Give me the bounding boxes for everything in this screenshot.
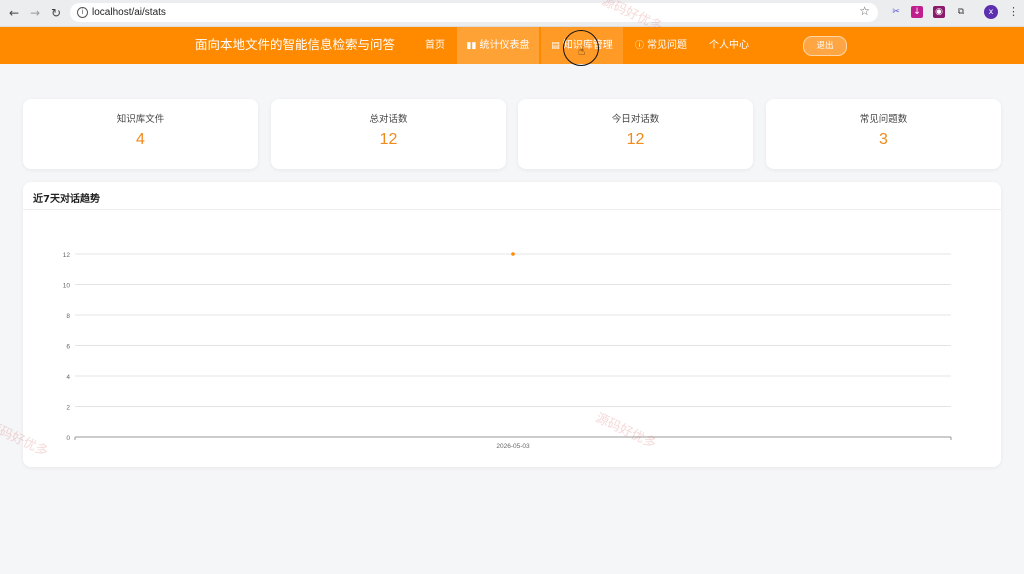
y-tick-label: 4 <box>66 374 70 381</box>
nav-user-center[interactable]: 个人中心 <box>700 27 758 64</box>
chart-card: 近7天对话趋势 0 2 4 6 8 10 12 2026-05-03 <box>23 182 1001 467</box>
nav-faq[interactable]: ⓘ 常见问题 <box>628 27 694 64</box>
stat-card-faq-count: 常见问题数 3 <box>766 99 1001 169</box>
site-info-icon[interactable]: i <box>77 7 88 18</box>
y-tick-label: 6 <box>66 344 70 351</box>
stat-value: 3 <box>879 131 888 148</box>
nav-label: 统计仪表盘 <box>479 40 530 51</box>
y-tick-label: 2 <box>66 405 70 412</box>
stat-label: 今日对话数 <box>611 114 660 125</box>
logout-button[interactable]: 退出 <box>803 36 847 56</box>
nav-home[interactable]: 首页 <box>418 27 452 64</box>
y-tick-label: 8 <box>66 313 70 320</box>
nav-label: 个人中心 <box>709 40 749 51</box>
url-text: localhost/ai/stats <box>92 7 166 18</box>
forward-icon[interactable]: → <box>26 4 44 22</box>
bookmark-star-icon[interactable]: ☆ <box>859 4 870 18</box>
stat-card-total-conversations: 总对话数 12 <box>271 99 506 169</box>
profile-avatar[interactable]: x <box>984 5 998 19</box>
bar-chart-icon: ▮▮ <box>466 41 477 51</box>
address-bar[interactable]: i localhost/ai/stats ☆ <box>70 3 878 22</box>
hand-cursor-icon: ☝ <box>578 44 586 58</box>
stat-label: 知识库文件 <box>116 114 165 125</box>
stat-value: 12 <box>379 131 398 148</box>
site-title: 面向本地文件的智能信息检索与问答 <box>195 37 396 52</box>
stat-card-files: 知识库文件 4 <box>23 99 258 169</box>
back-icon[interactable]: ← <box>5 4 23 22</box>
reload-icon[interactable]: ↻ <box>47 4 65 22</box>
puzzle-icon[interactable]: ⧉ <box>955 6 967 18</box>
app-header: 面向本地文件的智能信息检索与问答 首页 ▮▮ 统计仪表盘 ▤ 知识库管理 ⓘ 常见问题… <box>0 27 1024 64</box>
stat-value: 12 <box>626 131 645 148</box>
download-extension-icon[interactable]: ↓ <box>911 6 923 18</box>
extension-icon[interactable]: ◉ <box>933 6 945 18</box>
y-tick-label: 0 <box>66 435 70 442</box>
menu-dots-icon[interactable]: ⋮ <box>1008 5 1019 19</box>
scissors-icon[interactable]: ✂ <box>890 6 902 18</box>
question-circle-icon: ⓘ <box>634 41 644 51</box>
document-icon: ▤ <box>551 41 560 51</box>
browser-toolbar: ← → ↻ i localhost/ai/stats ☆ ✂ ↓ ◉ ⧉ x ⋮ <box>0 0 1024 27</box>
stat-label: 常见问题数 <box>859 114 908 125</box>
nav-label: 常见问题 <box>647 40 687 51</box>
data-point[interactable] <box>511 252 515 256</box>
stat-value: 4 <box>136 131 145 148</box>
y-tick-label: 12 <box>63 252 71 259</box>
nav-label: 首页 <box>425 40 445 51</box>
x-tick-label: 2026-05-03 <box>496 443 530 450</box>
line-chart: 0 2 4 6 8 10 12 2026-05-03 <box>63 252 952 450</box>
stat-card-today-conversations: 今日对话数 12 <box>518 99 753 169</box>
stat-label: 总对话数 <box>369 114 408 125</box>
y-tick-label: 10 <box>63 283 71 290</box>
nav-stats-dashboard[interactable]: ▮▮ 统计仪表盘 <box>457 27 539 64</box>
